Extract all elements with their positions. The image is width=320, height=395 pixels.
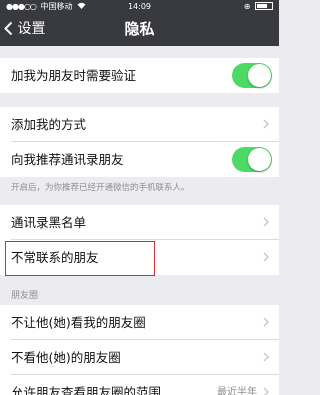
verify-toggle[interactable] (232, 63, 272, 88)
discovery-group: 添加我的方式 向我推荐通讯录朋友 (0, 107, 279, 177)
recommend-toggle[interactable] (232, 147, 272, 172)
verify-label: 加我为朋友时需要验证 (11, 68, 137, 83)
battery-indicator: ⊕ (244, 0, 273, 13)
chevron-right-icon (263, 317, 269, 327)
recommend-row: 向我推荐通讯录朋友 (0, 142, 279, 177)
toggle-knob (248, 148, 271, 171)
hide-from-row[interactable]: 不让他(她)看我的朋友圈 (0, 305, 279, 340)
chevron-right-icon (263, 352, 269, 362)
verify-group: 加我为朋友时需要验证 (0, 58, 279, 93)
status-time: 14:09 (127, 2, 152, 11)
add-method-label: 添加我的方式 (11, 117, 87, 132)
navigation-bar: ●●●○○ 中国移动 14:09 ⊕ 设置 隐私 (0, 0, 279, 46)
page-title: 隐私 (124, 20, 155, 38)
recommend-label: 向我推荐通讯录朋友 (11, 152, 124, 167)
lock-icon: ⊕ (243, 2, 251, 11)
chevron-right-icon (263, 387, 269, 395)
moments-range-value: 最近半年 (217, 387, 257, 395)
chevron-right-icon (263, 217, 269, 227)
status-bar: ●●●○○ 中国移动 14:09 ⊕ (0, 0, 279, 13)
not-see-label: 不看他(她)的朋友圈 (11, 350, 121, 365)
toggle-knob (248, 64, 271, 87)
highlight-box (5, 241, 155, 276)
blacklist-label: 通讯录黑名单 (11, 215, 87, 230)
battery-icon (255, 2, 273, 10)
chevron-right-icon (263, 252, 269, 262)
chevron-right-icon (263, 119, 269, 129)
hide-from-label: 不让他(她)看我的朋友圈 (11, 315, 146, 330)
moments-range-label: 允许朋友查看朋友圈的范围 (11, 385, 162, 395)
not-see-row[interactable]: 不看他(她)的朋友圈 (0, 340, 279, 375)
blacklist-row[interactable]: 通讯录黑名单 (0, 205, 279, 240)
moments-range-row[interactable]: 允许朋友查看朋友圈的范围 最近半年 (0, 375, 279, 395)
verify-row: 加我为朋友时需要验证 (0, 58, 279, 93)
add-method-row[interactable]: 添加我的方式 (0, 107, 279, 142)
moments-section-header: 朋友圈 (11, 291, 39, 301)
recommend-hint: 开启后，为你推荐已经开通微信的手机联系人。 (11, 183, 190, 193)
moments-group: 不让他(她)看我的朋友圈 不看他(她)的朋友圈 允许朋友查看朋友圈的范围 最近半… (0, 305, 279, 395)
